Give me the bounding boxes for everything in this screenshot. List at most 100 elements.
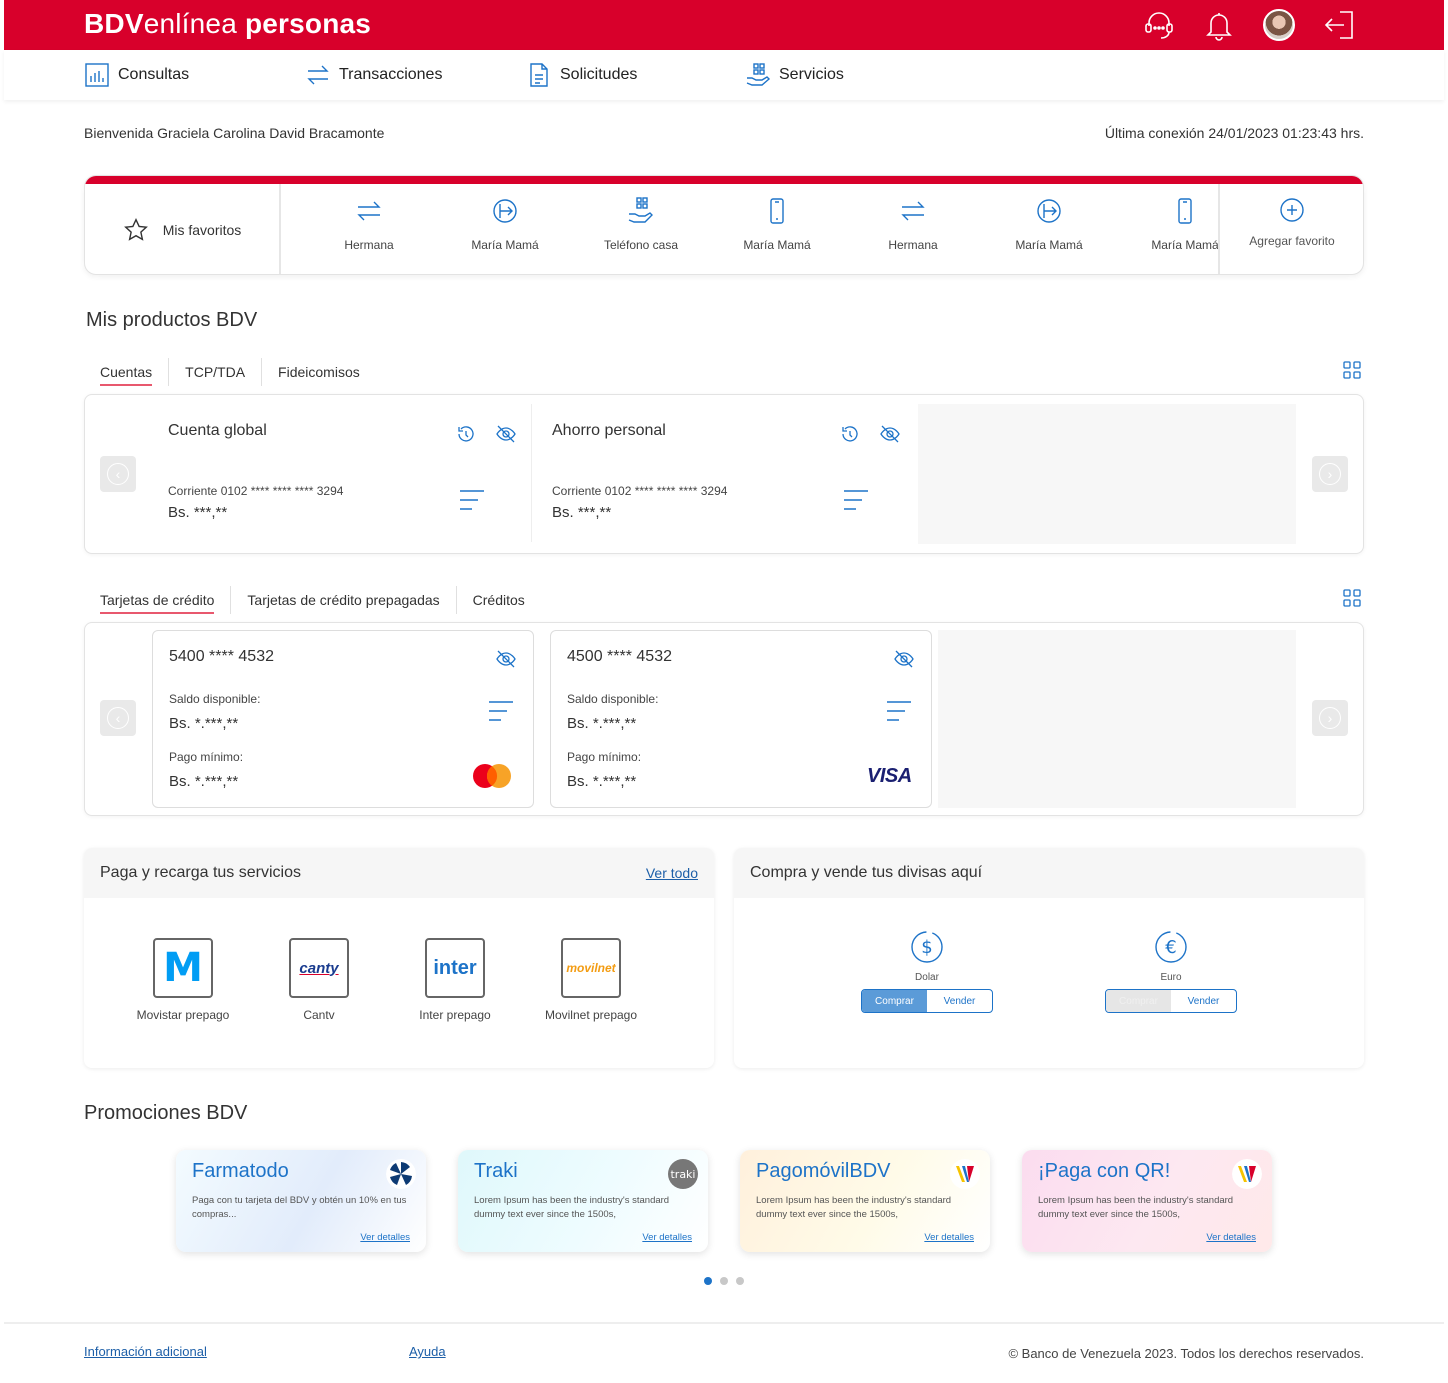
promo-details-link[interactable]: Ver detalles (924, 1232, 974, 1243)
details-menu-icon[interactable] (885, 699, 913, 723)
promo-description: Lorem Ipsum has been the industry's stan… (474, 1195, 670, 1220)
euro-buy-button[interactable]: Comprar (1106, 990, 1171, 1012)
card-tabs: Tarjetas de crédito Tarjetas de crédito … (84, 586, 541, 614)
service-movistar[interactable]: M Movistar prepago (123, 938, 243, 1022)
promo-details-link[interactable]: Ver detalles (642, 1232, 692, 1243)
tab-fideicomisos[interactable]: Fideicomisos (262, 358, 376, 386)
account-card[interactable]: Ahorro personal Corriente 0102 **** ****… (536, 404, 916, 542)
dollar-sell-button[interactable]: Vender (927, 990, 992, 1012)
favorite-item[interactable]: María Mamá (1117, 192, 1218, 270)
promotions-title: Promociones BDV (84, 1102, 248, 1124)
cards-prev-button[interactable]: ‹ (100, 700, 136, 736)
promo-card-farmatodo[interactable]: Farmatodo Paga con tu tarjeta del BDV y … (176, 1150, 426, 1252)
service-inter[interactable]: inter Inter prepago (395, 938, 515, 1022)
currency-label: Euro (1160, 972, 1182, 983)
phone-icon (1178, 198, 1192, 224)
services-header: Paga y recarga tus servicios Ver todo (84, 848, 714, 898)
currency-dollar: $ Dolar Comprar Vender (861, 930, 993, 1013)
see-all-link[interactable]: Ver todo (646, 865, 698, 881)
promo-details-link[interactable]: Ver detalles (1206, 1232, 1256, 1243)
currency-title: Compra y vende tus divisas aquí (750, 864, 983, 881)
carousel-dot[interactable] (720, 1277, 728, 1285)
favorites-top-accent (85, 176, 1363, 184)
brand-logo[interactable]: BDVenlínea personas (84, 8, 371, 40)
service-cantv[interactable]: canty Cantv (259, 938, 379, 1022)
add-favorite-button[interactable]: Agregar favorito (1218, 184, 1363, 274)
credit-card[interactable]: 5400 **** 4532 Saldo disponible: Bs. *.*… (152, 630, 534, 808)
logout-icon[interactable] (1322, 8, 1356, 42)
promo-description: Paga con tu tarjeta del BDV y obtén un 1… (192, 1195, 407, 1220)
avatar[interactable] (1263, 9, 1295, 41)
movistar-logo: M (153, 938, 213, 998)
eye-off-icon[interactable] (879, 423, 901, 445)
tab-tcp-tda[interactable]: TCP/TDA (169, 358, 263, 386)
tab-tarjetas-credito[interactable]: Tarjetas de crédito (84, 586, 232, 614)
grid-view-icon[interactable] (1343, 361, 1361, 379)
welcome-text: Bienvenida Graciela Carolina David Braca… (84, 125, 385, 141)
favorite-item[interactable]: Hermana (845, 192, 981, 270)
carousel-dot[interactable] (736, 1277, 744, 1285)
nav-label: Solicitudes (560, 66, 638, 83)
nav-consultas[interactable]: Consultas (84, 58, 189, 92)
account-placeholder (918, 404, 1296, 544)
svg-text:$: $ (921, 937, 932, 958)
support-icon[interactable] (1142, 8, 1176, 42)
star-icon (123, 218, 148, 241)
favorite-label: María Mamá (743, 238, 811, 252)
details-menu-icon[interactable] (458, 488, 486, 512)
promo-card-qr[interactable]: ¡Paga con QR! Lorem Ipsum has been the i… (1022, 1150, 1272, 1252)
promo-description: Lorem Ipsum has been the industry's stan… (1038, 1195, 1234, 1220)
details-menu-icon[interactable] (842, 488, 870, 512)
bell-icon[interactable] (1202, 8, 1236, 42)
carousel-dot-active[interactable] (704, 1277, 712, 1285)
accounts-next-button[interactable]: › (1312, 456, 1348, 492)
promo-card-pagomovil[interactable]: PagomóvilBDV Lorem Ipsum has been the in… (740, 1150, 990, 1252)
refresh-icon[interactable] (455, 423, 477, 445)
products-title: Mis productos BDV (86, 309, 258, 331)
tab-cuentas[interactable]: Cuentas (84, 358, 170, 386)
account-tabs: Cuentas TCP/TDA Fideicomisos (84, 358, 376, 386)
promo-card-traki[interactable]: Traki traki Lorem Ipsum has been the ind… (458, 1150, 708, 1252)
copyright-text: © Banco de Venezuela 2023. Todos los der… (1008, 1346, 1364, 1361)
favorites-title: Mis favoritos (162, 222, 242, 238)
favorite-label: Hermana (344, 238, 394, 252)
cards-next-button[interactable]: › (1312, 700, 1348, 736)
transfer-icon (307, 65, 329, 85)
favorite-item[interactable]: María Mamá (981, 192, 1117, 270)
details-menu-icon[interactable] (487, 699, 515, 723)
nav-transacciones[interactable]: Transacciones (305, 58, 442, 92)
dollar-buy-button[interactable]: Comprar (862, 990, 927, 1012)
inter-logo: inter (425, 938, 485, 998)
favorite-item[interactable]: María Mamá (437, 192, 573, 270)
transfer-icon (357, 201, 381, 221)
favorite-item[interactable]: Hermana (301, 192, 437, 270)
account-balance: Bs. ***,** (168, 504, 228, 521)
main-nav (4, 50, 1444, 100)
eye-off-icon[interactable] (495, 648, 517, 670)
promo-details-link[interactable]: Ver detalles (360, 1232, 410, 1243)
account-number: Corriente 0102 **** **** **** 3294 (168, 484, 344, 498)
nav-solicitudes[interactable]: Solicitudes (526, 58, 637, 92)
tab-creditos[interactable]: Créditos (457, 586, 541, 614)
additional-info-link[interactable]: Información adicional (84, 1344, 207, 1359)
credit-card[interactable]: 4500 **** 4532 Saldo disponible: Bs. *.*… (550, 630, 932, 808)
service-label: Inter prepago (419, 1008, 491, 1022)
help-link[interactable]: Ayuda (409, 1344, 446, 1359)
euro-sell-button[interactable]: Vender (1171, 990, 1236, 1012)
account-card[interactable]: Cuenta global Corriente 0102 **** **** *… (152, 404, 532, 542)
favorite-item[interactable]: María Mamá (709, 192, 845, 270)
tab-tarjetas-prepagadas[interactable]: Tarjetas de crédito prepagadas (231, 586, 457, 614)
favorite-label: Hermana (888, 238, 938, 252)
service-movilnet[interactable]: movilnet Movilnet prepago (531, 938, 651, 1022)
currency-box: Compra y vende tus divisas aquí (734, 848, 1364, 1068)
euro-toggle: Comprar Vender (1105, 989, 1237, 1013)
accounts-prev-button[interactable]: ‹ (100, 456, 136, 492)
grid-view-icon[interactable] (1343, 589, 1361, 607)
euro-icon: € (1155, 931, 1187, 963)
promo-title: Farmatodo (192, 1160, 289, 1182)
eye-off-icon[interactable] (893, 648, 915, 670)
refresh-icon[interactable] (839, 423, 861, 445)
favorite-item[interactable]: Teléfono casa (573, 192, 709, 270)
nav-servicios[interactable]: Servicios (745, 58, 844, 92)
eye-off-icon[interactable] (495, 423, 517, 445)
